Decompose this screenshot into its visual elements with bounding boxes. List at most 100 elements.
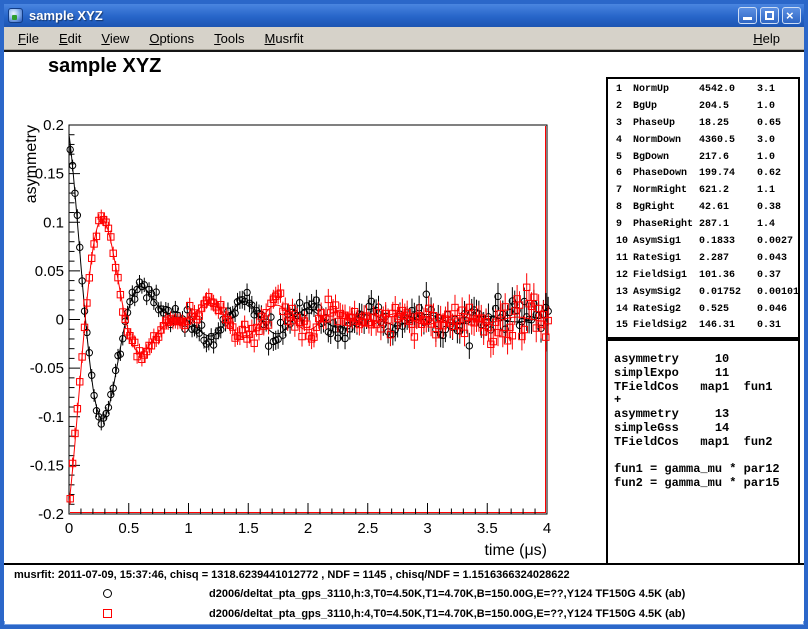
param-value: 0.525 <box>699 304 757 321</box>
param-number: 6 <box>616 168 633 185</box>
param-error: 0.043 <box>757 253 799 270</box>
param-value: 287.1 <box>699 219 757 236</box>
x-tick-label: 3.5 <box>477 520 498 537</box>
param-error: 1.4 <box>757 219 799 236</box>
param-error: 0.62 <box>757 168 799 185</box>
y-tick-label: 0.2 <box>43 117 64 134</box>
param-name: BgRight <box>633 202 699 219</box>
app-icon <box>8 8 23 23</box>
param-number: 14 <box>616 304 633 321</box>
param-name: AsymSig2 <box>633 287 699 304</box>
y-tick-label: -0.15 <box>30 457 64 474</box>
param-value: 101.36 <box>699 270 757 287</box>
x-tick-label: 1.5 <box>238 520 259 537</box>
x-tick-label: 0.5 <box>118 520 139 537</box>
param-name: NormUp <box>633 84 699 101</box>
param-value: 4360.5 <box>699 135 757 152</box>
param-number: 5 <box>616 152 633 169</box>
param-name: NormRight <box>633 185 699 202</box>
x-tick-label: 2 <box>304 520 312 537</box>
param-value: 42.61 <box>699 202 757 219</box>
x-axis-title: time (μs) <box>484 542 547 559</box>
param-error: 3.0 <box>757 135 799 152</box>
param-name: FieldSig1 <box>633 270 699 287</box>
x-tick-label: 0 <box>65 520 73 537</box>
theory-box: asymmetry 10 simplExpo 11 TFieldCos map1… <box>606 339 800 565</box>
param-error: 1.0 <box>757 101 799 118</box>
param-value: 217.6 <box>699 152 757 169</box>
param-error: 3.1 <box>757 84 799 101</box>
param-number: 9 <box>616 219 633 236</box>
legend-entry-label: d2006/deltat_pta_gps_3110,h:4,T0=4.50K,T… <box>209 608 685 620</box>
param-number: 10 <box>616 236 633 253</box>
param-name: FieldSig2 <box>633 320 699 337</box>
param-number: 1 <box>616 84 633 101</box>
menu-item-edit[interactable]: Edit <box>53 29 87 48</box>
param-value: 146.31 <box>699 320 757 337</box>
y-axis: -0.2-0.15-0.1-0.0500.050.10.150.2asymmet… <box>23 117 80 523</box>
menu-item-help[interactable]: Help <box>747 29 786 48</box>
y-tick-label: -0.2 <box>38 506 64 523</box>
param-number: 8 <box>616 202 633 219</box>
y-tick-label: 0.1 <box>43 214 64 231</box>
theory-text: asymmetry 10 simplExpo 11 TFieldCos map1… <box>614 353 798 491</box>
x-tick-label: 2.5 <box>357 520 378 537</box>
param-value: 204.5 <box>699 101 757 118</box>
maximize-icon <box>765 11 774 20</box>
menubar-left: File Edit View Options Tools Musrfit <box>12 29 318 48</box>
status-text: musrfit: 2011-07-09, 15:37:46, chisq = 1… <box>14 569 570 581</box>
minimize-button[interactable] <box>738 7 757 24</box>
series-circle <box>67 136 551 430</box>
app-window: sample XYZ × File Edit View Options Tools Mus… <box>0 0 808 629</box>
series-square <box>67 210 551 505</box>
param-number: 11 <box>616 253 633 270</box>
param-name: RateSig1 <box>633 253 699 270</box>
y-axis-title: asymmetry <box>23 125 40 203</box>
param-value: 199.74 <box>699 168 757 185</box>
param-number: 15 <box>616 320 633 337</box>
param-number: 3 <box>616 118 633 135</box>
param-name: AsymSig1 <box>633 236 699 253</box>
param-value: 0.01752 <box>699 287 757 304</box>
close-button[interactable]: × <box>782 7 801 24</box>
param-name: PhaseUp <box>633 118 699 135</box>
x-axis: 00.511.522.533.54time (μs) <box>65 503 551 559</box>
window-title: sample XYZ <box>29 8 735 23</box>
titlebar[interactable]: sample XYZ × <box>4 4 804 27</box>
y-tick-label: 0.05 <box>35 263 64 280</box>
y-tick-label: -0.05 <box>30 360 64 377</box>
plot-svg[interactable]: 00.511.522.533.54time (μs)-0.2-0.15-0.1-… <box>4 52 604 564</box>
param-value: 4542.0 <box>699 84 757 101</box>
menu-item-options[interactable]: Options <box>143 29 200 48</box>
legend-entry-label: d2006/deltat_pta_gps_3110,h:3,T0=4.50K,T… <box>209 588 685 600</box>
param-error: 1.1 <box>757 185 799 202</box>
status-divider <box>4 563 804 565</box>
param-number: 13 <box>616 287 633 304</box>
param-error: 1.0 <box>757 152 799 169</box>
param-name: NormDown <box>633 135 699 152</box>
menu-item-musrfit[interactable]: Musrfit <box>259 29 310 48</box>
square-marker-icon <box>103 609 112 618</box>
param-value: 0.1833 <box>699 236 757 253</box>
circle-marker-icon <box>103 589 112 598</box>
param-error: 0.38 <box>757 202 799 219</box>
param-error: 0.31 <box>757 320 799 337</box>
parameter-table: 1NormUp4542.03.12BgUp204.51.03PhaseUp18.… <box>606 77 800 339</box>
param-name: PhaseDown <box>633 168 699 185</box>
param-name: RateSig2 <box>633 304 699 321</box>
param-name: BgUp <box>633 101 699 118</box>
menu-item-file[interactable]: File <box>12 29 45 48</box>
menu-item-tools[interactable]: Tools <box>208 29 250 48</box>
param-error: 0.65 <box>757 118 799 135</box>
close-icon: × <box>786 8 794 24</box>
maximize-button[interactable] <box>760 7 779 24</box>
param-number: 12 <box>616 270 633 287</box>
minimize-icon <box>743 17 752 20</box>
param-value: 2.287 <box>699 253 757 270</box>
param-name: BgDown <box>633 152 699 169</box>
menubar: File Edit View Options Tools Musrfit Help <box>4 27 804 50</box>
menu-item-view[interactable]: View <box>95 29 135 48</box>
y-tick-label: -0.1 <box>38 409 64 426</box>
param-number: 4 <box>616 135 633 152</box>
x-tick-label: 1 <box>184 520 192 537</box>
